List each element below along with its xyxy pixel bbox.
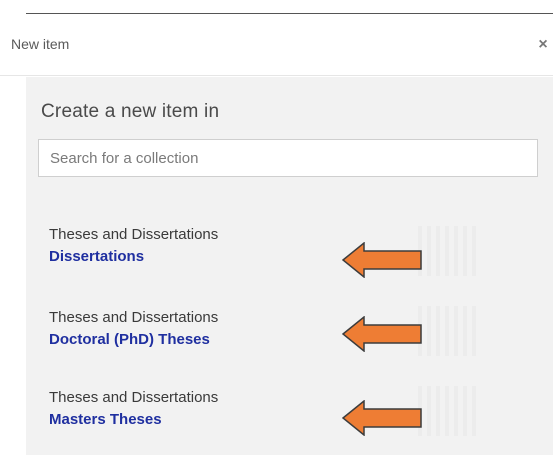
close-icon[interactable]: × — [536, 36, 550, 54]
dialog-header: New item × — [0, 14, 553, 76]
dialog-title: New item — [11, 36, 70, 52]
collection-item-dissertations[interactable]: Theses and Dissertations Dissertations — [49, 225, 349, 269]
collection-name-link[interactable]: Masters Theses — [49, 410, 349, 430]
new-item-dialog: New item × Create a new item in Theses a… — [0, 0, 553, 455]
collection-parent-label: Theses and Dissertations — [49, 309, 219, 326]
collection-name-link[interactable]: Dissertations — [49, 247, 349, 267]
collection-parent-label: Theses and Dissertations — [49, 389, 219, 406]
collection-search-input[interactable] — [38, 139, 538, 177]
faded-background-mark — [418, 306, 478, 356]
faded-background-mark — [418, 386, 478, 436]
collection-item-doctoral-theses[interactable]: Theses and Dissertations Doctoral (PhD) … — [49, 308, 349, 352]
left-arrow-icon — [342, 316, 422, 352]
left-arrow-icon — [342, 242, 422, 278]
left-arrow-icon — [342, 400, 422, 436]
collection-item-masters-theses[interactable]: Theses and Dissertations Masters Theses — [49, 388, 349, 432]
collection-name-link[interactable]: Doctoral (PhD) Theses — [49, 330, 349, 350]
create-heading: Create a new item in — [41, 101, 220, 122]
faded-background-mark — [418, 226, 478, 276]
collection-parent-label: Theses and Dissertations — [49, 226, 219, 243]
